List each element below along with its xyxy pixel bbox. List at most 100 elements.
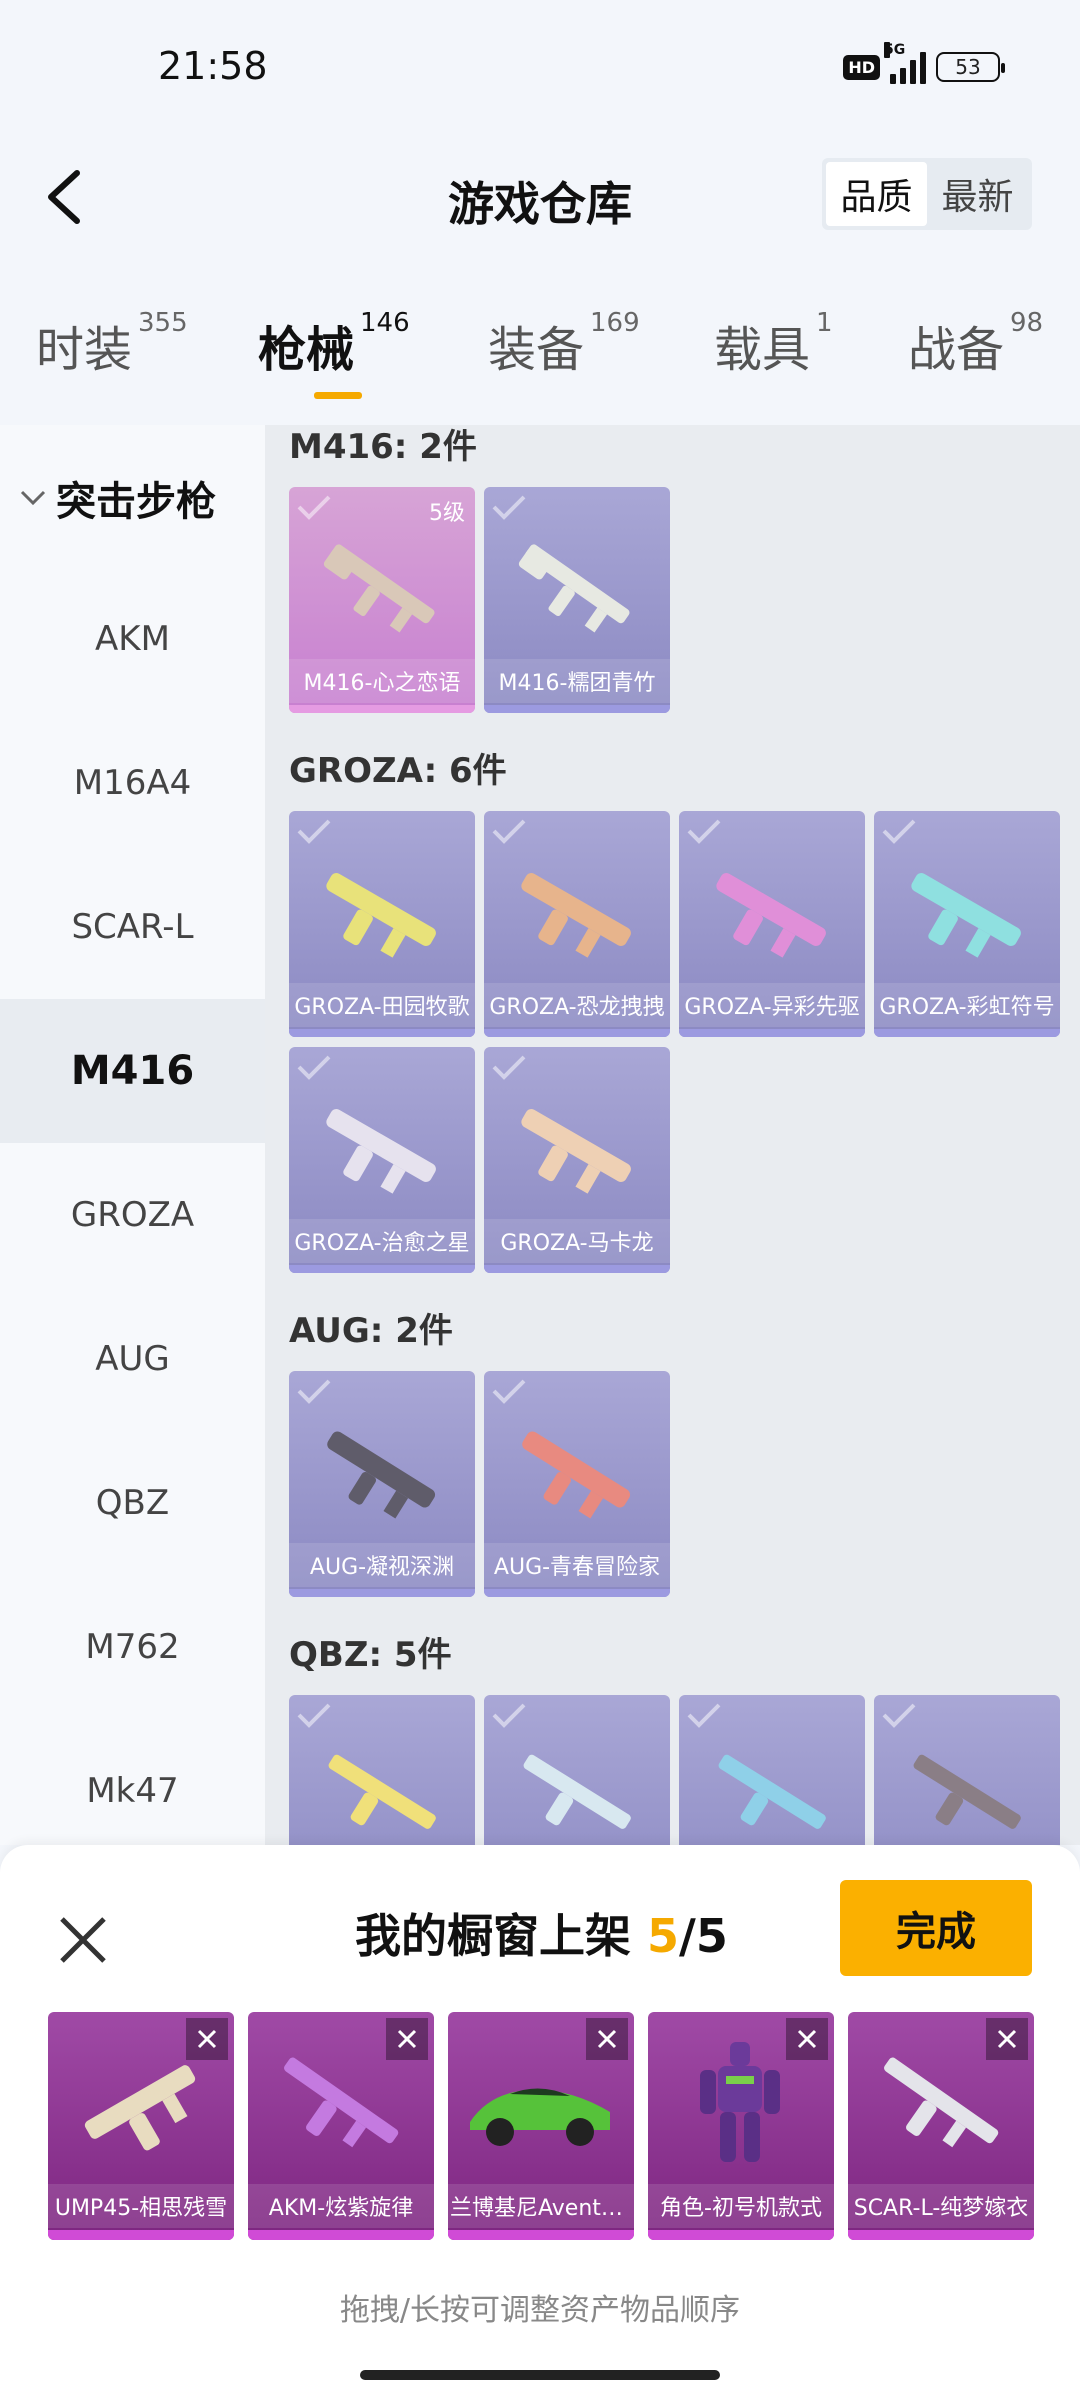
check-icon <box>492 1055 526 1080</box>
remove-item-button[interactable] <box>786 2018 828 2060</box>
showcase-item-label: SCAR-L-纯梦嫁衣 <box>848 2184 1034 2228</box>
showcase-panel: 我的橱窗上架 5/5 完成 UMP45-相思残雪 AKM-炫紫旋律 兰博基尼Av… <box>0 1845 1080 2400</box>
check-icon <box>882 1703 916 1728</box>
weapon-card[interactable] <box>874 1695 1060 1845</box>
group-title: AUG: 2件 <box>289 1311 453 1351</box>
check-icon <box>297 1703 331 1728</box>
sidebar-item-akm[interactable]: AKM <box>0 567 265 711</box>
rifle-icon <box>522 1431 631 1519</box>
weapon-grid[interactable]: M416: 2件 5级 M416-心之恋语 M416-糯团青竹 GROZA: 6… <box>265 425 1080 1845</box>
battery-icon: 53 <box>936 52 1005 82</box>
remove-item-button[interactable] <box>186 2018 228 2060</box>
weapon-type-sidebar: 突击步枪 AKM M16A4 SCAR-L M416 GROZA AUG QBZ… <box>0 425 265 1845</box>
hd-icon: HD <box>843 54 880 80</box>
tab-fashion[interactable]: 时装 355 <box>36 308 188 380</box>
weapon-card[interactable]: AUG-凝视深渊 <box>289 1371 475 1597</box>
weapon-card[interactable]: GROZA-恐龙拽拽 <box>484 811 670 1037</box>
battery-level: 53 <box>955 55 981 79</box>
showcase-item[interactable]: 角色-初号机款式 <box>648 2012 834 2240</box>
rarity-stripe <box>484 705 670 713</box>
card-label: M416-糯团青竹 <box>484 659 670 703</box>
showcase-item[interactable]: AKM-炫紫旋律 <box>248 2012 434 2240</box>
rarity-stripe <box>289 1589 475 1597</box>
rarity-stripe <box>484 1029 670 1037</box>
showcase-title-text: 我的橱窗上架 <box>355 1909 631 1963</box>
showcase-item-label: 角色-初号机款式 <box>648 2184 834 2228</box>
tab-count: 169 <box>590 308 640 338</box>
close-icon <box>397 2029 417 2049</box>
sidebar-item-m762[interactable]: M762 <box>0 1575 265 1719</box>
check-icon <box>297 1379 331 1404</box>
close-button[interactable] <box>48 1905 118 1975</box>
status-icons: HD 5G 53 <box>843 42 1005 84</box>
card-label: GROZA-彩虹符号 <box>874 983 1060 1027</box>
sort-quality-button[interactable]: 品质 <box>826 162 927 226</box>
showcase-item-label: 兰博基尼Aventador <box>448 2184 634 2228</box>
showcase-item[interactable]: SCAR-L-纯梦嫁衣 <box>848 2012 1034 2240</box>
weapon-card[interactable]: 5级 M416-心之恋语 <box>289 487 475 713</box>
showcase-item[interactable]: UMP45-相思残雪 <box>48 2012 234 2240</box>
check-icon <box>492 495 526 520</box>
sort-newest-button[interactable]: 最新 <box>927 162 1028 226</box>
weapon-card[interactable]: GROZA-异彩先驱 <box>679 811 865 1037</box>
tab-vehicles[interactable]: 载具 1 <box>714 308 833 380</box>
weapon-card[interactable]: M416-糯团青竹 <box>484 487 670 713</box>
weapon-card[interactable]: GROZA-田园牧歌 <box>289 811 475 1037</box>
tab-weapons[interactable]: 枪械 146 <box>258 308 410 380</box>
weapon-card[interactable]: GROZA-治愈之星 <box>289 1047 475 1273</box>
weapon-card[interactable] <box>679 1695 865 1845</box>
showcase-item-label: UMP45-相思残雪 <box>48 2184 234 2228</box>
showcase-item-label: AKM-炫紫旋律 <box>248 2184 434 2228</box>
rifle-icon <box>323 544 435 633</box>
done-button[interactable]: 完成 <box>840 1880 1032 1976</box>
rifle-icon <box>716 873 826 958</box>
weapon-card[interactable]: GROZA-马卡龙 <box>484 1047 670 1273</box>
tab-count: 146 <box>360 308 410 338</box>
close-icon <box>997 2029 1017 2049</box>
check-icon <box>492 819 526 844</box>
remove-item-button[interactable] <box>986 2018 1028 2060</box>
header: 游戏仓库 品质 最新 <box>0 150 1080 250</box>
tab-label: 时装 <box>36 322 133 378</box>
sidebar-item-scar-l[interactable]: SCAR-L <box>0 855 265 999</box>
tab-label: 装备 <box>488 322 585 378</box>
rifle-icon <box>523 1754 631 1829</box>
category-tabs: 时装 355 枪械 146 装备 169 载具 1 战备 98 <box>0 308 1080 420</box>
sidebar-category-header[interactable]: 突击步枪 <box>18 469 216 527</box>
rarity-stripe <box>848 2230 1034 2240</box>
tab-label: 战备 <box>908 322 1005 378</box>
rarity-stripe <box>289 705 475 713</box>
tab-battle-gear[interactable]: 战备 98 <box>908 308 1043 380</box>
card-label: GROZA-马卡龙 <box>484 1219 670 1263</box>
remove-item-button[interactable] <box>586 2018 628 2060</box>
rifle-icon <box>518 544 630 633</box>
check-icon <box>297 1055 331 1080</box>
weapon-card[interactable]: AUG-青春冒险家 <box>484 1371 670 1597</box>
rarity-stripe <box>679 1029 865 1037</box>
rifle-icon <box>328 1754 436 1829</box>
remove-item-button[interactable] <box>386 2018 428 2060</box>
rarity-stripe <box>289 1029 475 1037</box>
sidebar-item-groza[interactable]: GROZA <box>0 1143 265 1287</box>
home-indicator[interactable] <box>360 2370 720 2380</box>
weapon-card[interactable] <box>289 1695 475 1845</box>
close-icon <box>597 2029 617 2049</box>
weapon-card[interactable] <box>484 1695 670 1845</box>
tab-label: 载具 <box>714 322 811 378</box>
rarity-stripe <box>484 1589 670 1597</box>
sidebar-item-m16a4[interactable]: M16A4 <box>0 711 265 855</box>
signal-icon: 5G <box>884 42 926 84</box>
tab-count: 1 <box>816 308 833 338</box>
weapon-card[interactable]: GROZA-彩虹符号 <box>874 811 1060 1037</box>
sidebar-item-qbz[interactable]: QBZ <box>0 1431 265 1575</box>
card-label: GROZA-恐龙拽拽 <box>484 983 670 1027</box>
sidebar-item-aug[interactable]: AUG <box>0 1287 265 1431</box>
network-type: 5G <box>884 42 906 58</box>
rifle-icon <box>521 1109 631 1194</box>
sidebar-item-mk47[interactable]: Mk47 <box>0 1719 265 1863</box>
active-tab-indicator <box>314 392 362 399</box>
showcase-item[interactable]: 兰博基尼Aventador <box>448 2012 634 2240</box>
tab-equipment[interactable]: 装备 169 <box>488 308 640 380</box>
sidebar-item-m416[interactable]: M416 <box>0 999 265 1143</box>
group-title: QBZ: 5件 <box>289 1635 452 1675</box>
